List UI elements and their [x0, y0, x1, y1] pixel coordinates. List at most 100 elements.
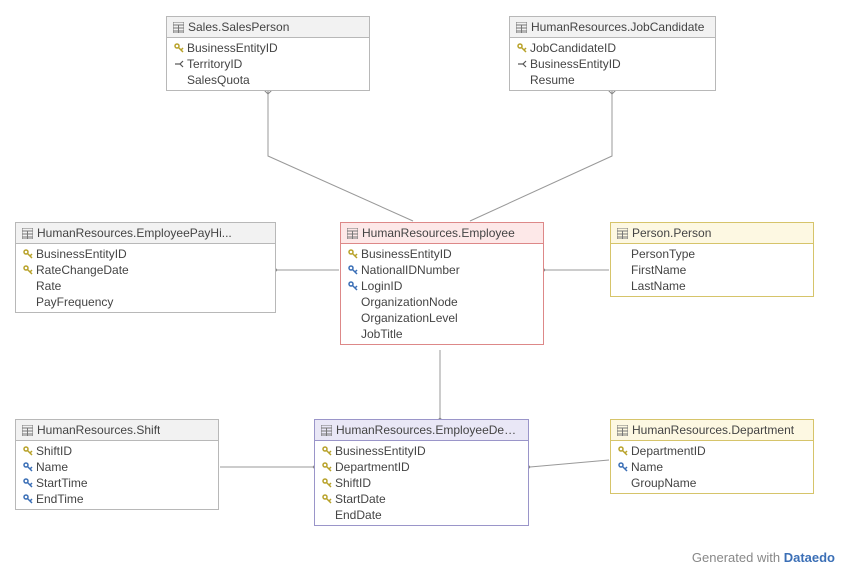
- column-name: FirstName: [631, 263, 686, 277]
- pk-icon: [321, 446, 333, 456]
- table-header[interactable]: Person.Person: [611, 223, 813, 244]
- column-row[interactable]: BusinessEntityID: [315, 443, 528, 459]
- pk-icon: [22, 446, 34, 456]
- column-row[interactable]: PersonType: [611, 246, 813, 262]
- column-row[interactable]: JobCandidateID: [510, 40, 715, 56]
- index-icon: [22, 478, 34, 488]
- column-name: LastName: [631, 279, 686, 293]
- column-row[interactable]: ShiftID: [16, 443, 218, 459]
- table-title: HumanResources.Shift: [37, 423, 160, 437]
- table-icon: [22, 425, 33, 436]
- column-row[interactable]: Resume: [510, 72, 715, 88]
- table-header[interactable]: HumanResources.EmployeePayHi...: [16, 223, 275, 244]
- column-row[interactable]: FirstName: [611, 262, 813, 278]
- fk-icon: [516, 59, 528, 69]
- column-row[interactable]: JobTitle: [341, 326, 543, 342]
- column-row[interactable]: TerritoryID: [167, 56, 369, 72]
- column-name: JobTitle: [361, 327, 403, 341]
- column-row[interactable]: Rate: [16, 278, 275, 294]
- table-title: Person.Person: [632, 226, 711, 240]
- column-name: BusinessEntityID: [361, 247, 452, 261]
- columns-list: BusinessEntityID RateChangeDate RatePayFr…: [16, 244, 275, 312]
- columns-list: BusinessEntityID DepartmentID ShiftID St…: [315, 441, 528, 525]
- column-row[interactable]: OrganizationNode: [341, 294, 543, 310]
- column-name: LoginID: [361, 279, 402, 293]
- column-row[interactable]: DepartmentID: [611, 443, 813, 459]
- table-icon: [516, 22, 527, 33]
- fk-icon: [173, 59, 185, 69]
- column-row[interactable]: StartDate: [315, 491, 528, 507]
- table-header[interactable]: HumanResources.Department: [611, 420, 813, 441]
- footer-prefix: Generated with: [692, 550, 784, 565]
- column-row[interactable]: BusinessEntityID: [510, 56, 715, 72]
- column-row[interactable]: EndDate: [315, 507, 528, 523]
- table-header[interactable]: Sales.SalesPerson: [167, 17, 369, 38]
- table-header[interactable]: HumanResources.JobCandidate: [510, 17, 715, 38]
- column-row[interactable]: Name: [611, 459, 813, 475]
- table-salesperson[interactable]: Sales.SalesPerson BusinessEntityID Terri…: [166, 16, 370, 91]
- column-row[interactable]: BusinessEntityID: [167, 40, 369, 56]
- index-icon: [22, 494, 34, 504]
- column-name: SalesQuota: [187, 73, 250, 87]
- table-icon: [173, 22, 184, 33]
- column-row[interactable]: StartTime: [16, 475, 218, 491]
- column-row[interactable]: ShiftID: [315, 475, 528, 491]
- pk-icon: [321, 478, 333, 488]
- column-name: JobCandidateID: [530, 41, 616, 55]
- column-row[interactable]: LoginID: [341, 278, 543, 294]
- column-row[interactable]: OrganizationLevel: [341, 310, 543, 326]
- table-title: HumanResources.EmployeePayHi...: [37, 226, 232, 240]
- column-name: NationalIDNumber: [361, 263, 460, 277]
- column-name: Name: [36, 460, 68, 474]
- column-row[interactable]: NationalIDNumber: [341, 262, 543, 278]
- column-name: EndDate: [335, 508, 382, 522]
- table-empdept[interactable]: HumanResources.EmployeeDepar... Business…: [314, 419, 529, 526]
- table-icon: [347, 228, 358, 239]
- column-name: Rate: [36, 279, 61, 293]
- pk-icon: [617, 446, 629, 456]
- column-row[interactable]: Name: [16, 459, 218, 475]
- column-row[interactable]: RateChangeDate: [16, 262, 275, 278]
- column-name: EndTime: [36, 492, 84, 506]
- table-shift[interactable]: HumanResources.Shift ShiftID Name StartT…: [15, 419, 219, 510]
- table-title: HumanResources.JobCandidate: [531, 20, 704, 34]
- table-person[interactable]: Person.Person PersonType FirstName LastNam…: [610, 222, 814, 297]
- pk-icon: [321, 494, 333, 504]
- column-name: BusinessEntityID: [335, 444, 426, 458]
- pk-icon: [347, 249, 359, 259]
- table-department[interactable]: HumanResources.Department DepartmentID N…: [610, 419, 814, 494]
- table-title: HumanResources.Department: [632, 423, 794, 437]
- column-name: ShiftID: [335, 476, 371, 490]
- columns-list: PersonType FirstName LastName: [611, 244, 813, 296]
- columns-list: BusinessEntityID NationalIDNumber LoginI…: [341, 244, 543, 344]
- column-name: OrganizationLevel: [361, 311, 458, 325]
- table-employee[interactable]: HumanResources.Employee BusinessEntityID…: [340, 222, 544, 345]
- column-name: BusinessEntityID: [187, 41, 278, 55]
- column-row[interactable]: BusinessEntityID: [16, 246, 275, 262]
- table-header[interactable]: HumanResources.EmployeeDepar...: [315, 420, 528, 441]
- index-icon: [347, 281, 359, 291]
- column-name: RateChangeDate: [36, 263, 129, 277]
- table-title: Sales.SalesPerson: [188, 20, 289, 34]
- column-row[interactable]: PayFrequency: [16, 294, 275, 310]
- column-row[interactable]: EndTime: [16, 491, 218, 507]
- table-icon: [321, 425, 332, 436]
- table-payhistory[interactable]: HumanResources.EmployeePayHi... Business…: [15, 222, 276, 313]
- pk-icon: [22, 249, 34, 259]
- table-header[interactable]: HumanResources.Employee: [341, 223, 543, 244]
- column-name: DepartmentID: [631, 444, 706, 458]
- pk-icon: [321, 462, 333, 472]
- column-row[interactable]: BusinessEntityID: [341, 246, 543, 262]
- column-row[interactable]: DepartmentID: [315, 459, 528, 475]
- column-name: Resume: [530, 73, 575, 87]
- footer-brand: Dataedo: [784, 550, 835, 565]
- table-icon: [617, 425, 628, 436]
- table-title: HumanResources.EmployeeDepar...: [336, 423, 522, 437]
- table-header[interactable]: HumanResources.Shift: [16, 420, 218, 441]
- column-row[interactable]: LastName: [611, 278, 813, 294]
- column-name: PersonType: [631, 247, 695, 261]
- column-name: BusinessEntityID: [530, 57, 621, 71]
- column-row[interactable]: GroupName: [611, 475, 813, 491]
- column-row[interactable]: SalesQuota: [167, 72, 369, 88]
- table-jobcandidate[interactable]: HumanResources.JobCandidate JobCandidate…: [509, 16, 716, 91]
